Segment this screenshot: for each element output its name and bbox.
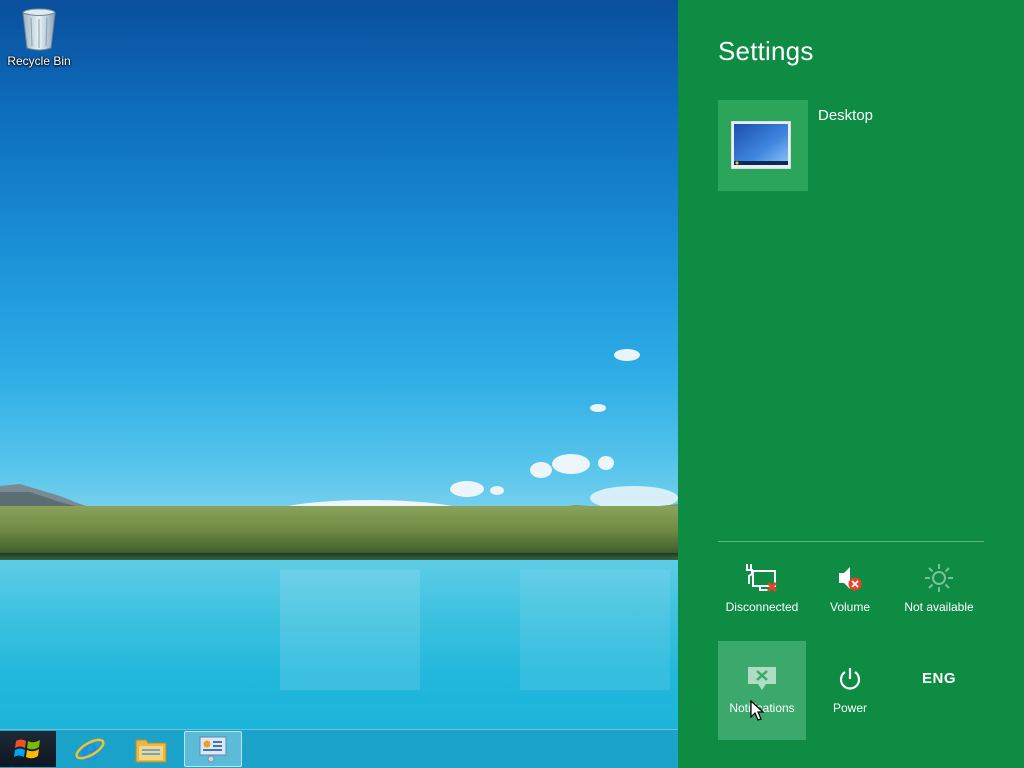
svg-text:e: e	[80, 733, 99, 765]
notifications-button[interactable]: Notifications	[718, 641, 806, 740]
desktop-settings-tile[interactable]	[718, 100, 808, 191]
brightness-button[interactable]: Not available	[895, 562, 983, 614]
desktop-tile-label: Desktop	[818, 107, 874, 124]
taskbar: e	[0, 729, 678, 768]
keyboard-language-label: ENG	[921, 670, 956, 687]
recycle-bin-label: Recycle Bin	[7, 54, 71, 68]
water-reflection	[520, 570, 670, 690]
recycle-bin-icon	[21, 6, 57, 52]
network-label: Disconnected	[725, 600, 799, 614]
power-label: Power	[832, 701, 867, 715]
settings-charm-pane: Settings Desktop Disconnected Volume Not…	[678, 0, 1024, 768]
network-disconnected-icon	[746, 564, 778, 593]
volume-muted-icon	[839, 567, 862, 591]
file-explorer-button[interactable]	[122, 731, 180, 767]
cloud	[590, 404, 606, 412]
divider	[718, 541, 984, 542]
control-panel-icon	[199, 736, 227, 763]
folder-icon	[135, 739, 167, 763]
keyboard-language-button[interactable]: ENG	[895, 641, 983, 695]
notifications-off-icon	[748, 667, 776, 690]
mouse-cursor-icon	[750, 700, 765, 721]
start-button[interactable]	[0, 731, 56, 767]
control-panel-button[interactable]	[184, 731, 242, 767]
monitor-icon	[731, 121, 791, 169]
power-icon	[839, 668, 861, 690]
volume-label: Volume	[829, 600, 871, 614]
desktop-wallpaper[interactable]: Recycle Bin e	[0, 0, 678, 768]
cloud	[614, 349, 640, 361]
grassland	[0, 506, 678, 560]
brightness-icon	[925, 564, 953, 592]
internet-explorer-button[interactable]: e	[62, 731, 118, 767]
network-button[interactable]: Disconnected	[718, 562, 806, 614]
settings-title: Settings	[718, 36, 814, 66]
ie-icon: e	[75, 733, 105, 765]
water-reflection	[280, 570, 420, 690]
windows-logo-icon	[14, 739, 40, 759]
recycle-bin-shortcut[interactable]: Recycle Bin	[4, 4, 74, 68]
cloud	[598, 456, 614, 470]
volume-button[interactable]: Volume	[806, 562, 894, 614]
power-button[interactable]: Power	[806, 641, 894, 715]
brightness-label: Not available	[904, 600, 974, 614]
